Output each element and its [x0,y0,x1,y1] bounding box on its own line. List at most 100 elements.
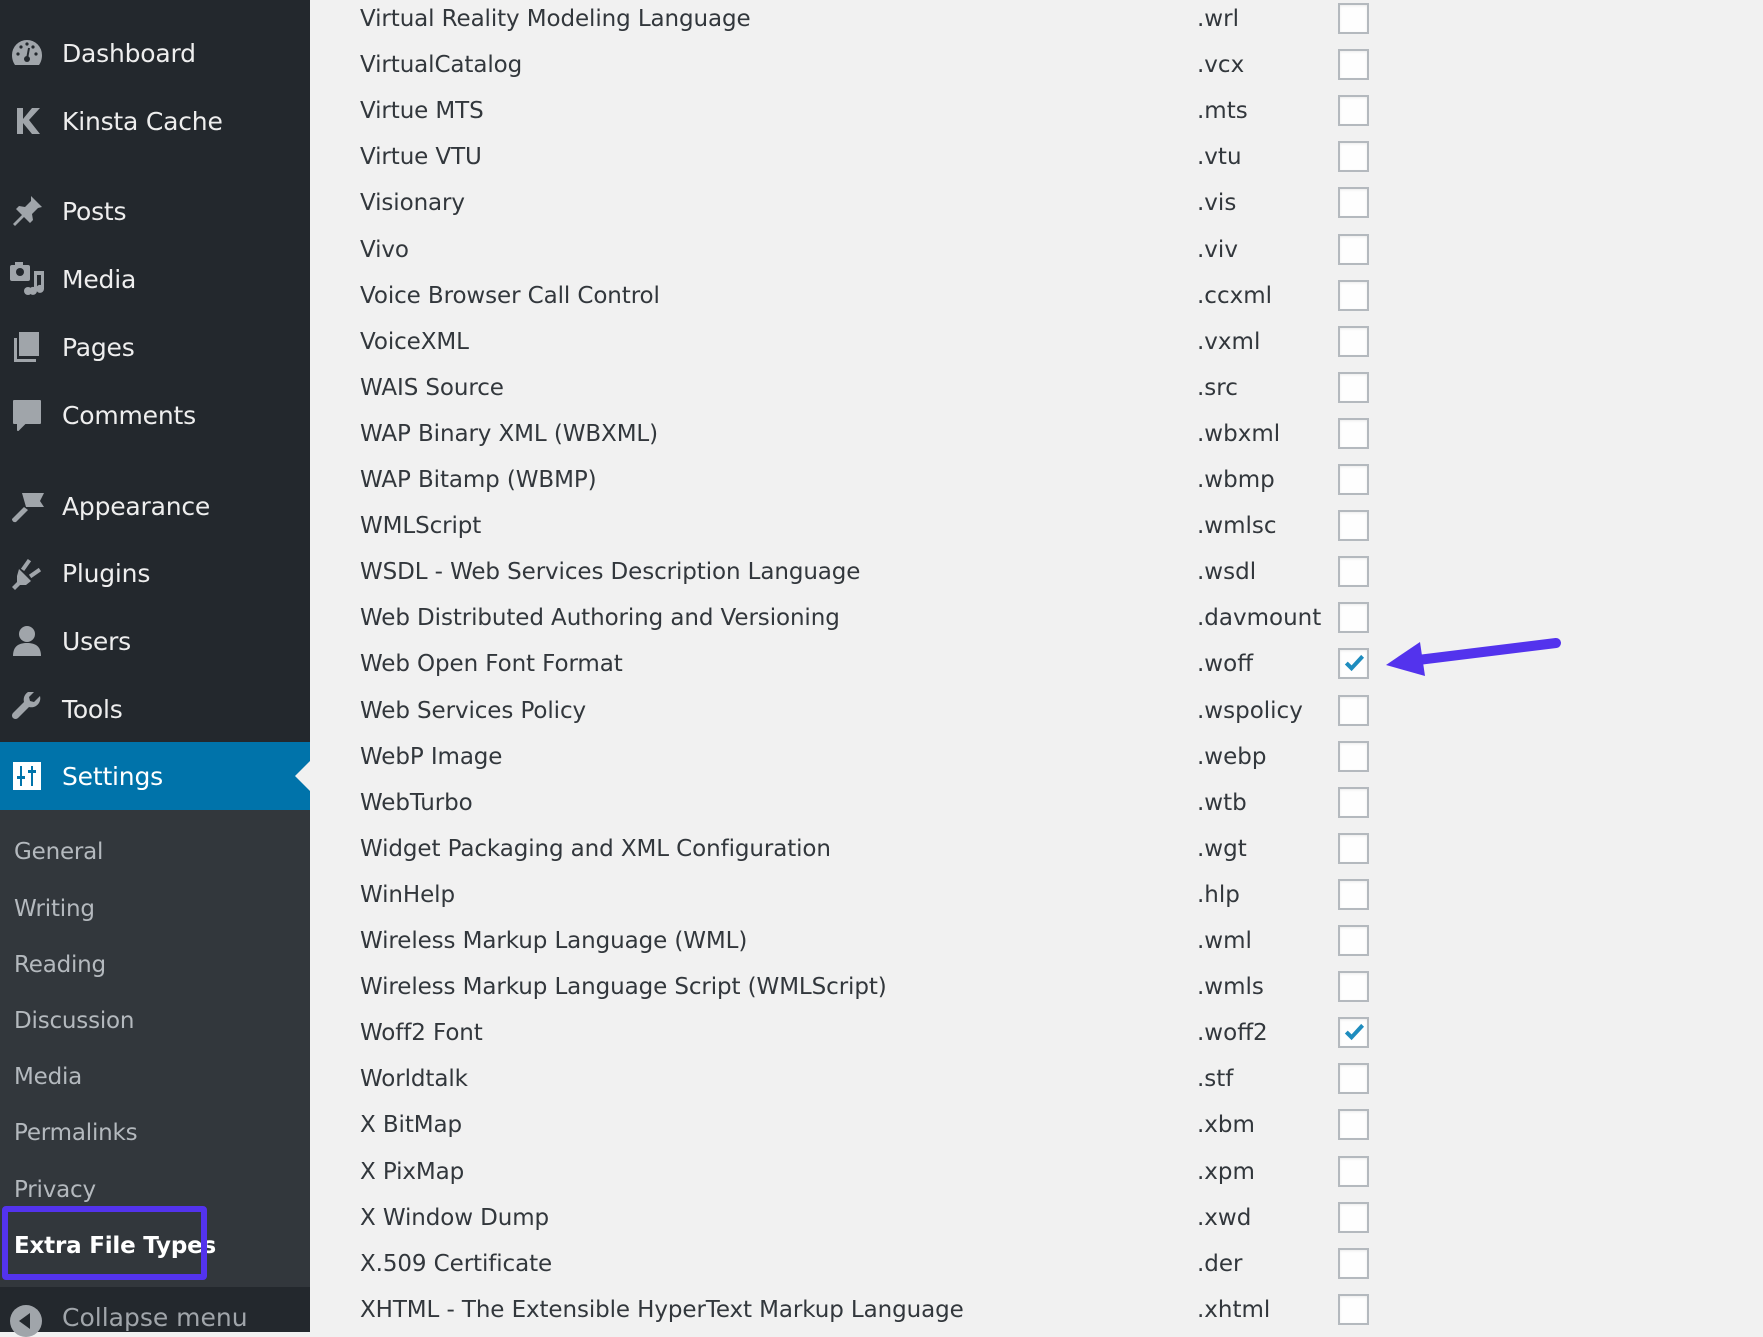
file-type-checkbox[interactable] [1338,279,1369,311]
file-type-checkbox[interactable] [1338,371,1369,403]
file-type-name: Visionary [360,190,465,217]
file-type-row: Web Open Font Format .woff [310,644,1763,690]
sidebar-item-dashboard[interactable]: Dashboard [0,23,310,83]
collapse-arrow-icon [10,1305,42,1337]
file-type-name: Web Services Policy [360,697,587,724]
submenu-item-privacy[interactable]: Privacy [14,1170,96,1210]
file-type-extension: .mts [1197,98,1248,125]
file-type-checkbox[interactable] [1338,464,1369,495]
file-type-row: Vivo .viv [310,230,1763,276]
sidebar-item-tools[interactable]: Tools [0,679,310,739]
file-type-row: WSDL - Web Services Description Language… [310,552,1763,598]
sidebar-item-kinsta-cache[interactable]: Kinsta Cache [0,91,310,151]
file-type-name: Vivo [360,236,409,263]
file-type-checkbox[interactable] [1338,1109,1369,1141]
file-type-row: WAP Bitamp (WBMP) .wbmp [310,460,1763,506]
file-type-checkbox[interactable] [1338,233,1369,265]
file-type-name: Worldtalk [360,1066,468,1093]
file-type-extension: .wbmp [1197,467,1275,493]
file-type-checkbox[interactable] [1338,95,1369,127]
file-type-checkbox[interactable] [1338,1201,1369,1233]
file-type-extension: .stf [1197,1066,1234,1093]
file-type-checkbox[interactable] [1338,3,1369,34]
file-type-row: X PixMap .xpm [310,1152,1763,1198]
sidebar-item-settings[interactable]: Settings [0,742,310,810]
file-type-extension: .woff2 [1197,1020,1268,1047]
pushpin-icon [8,192,46,230]
file-type-row: X BitMap .xbm [310,1105,1763,1151]
file-type-extension: .vcx [1197,52,1245,79]
file-type-checkbox[interactable] [1338,417,1369,449]
file-type-row: Virtue VTU .vtu [310,137,1763,183]
sidebar-item-label: Pages [62,332,135,362]
file-type-name: Virtue MTS [360,98,484,125]
media-icon [8,260,46,298]
file-type-checkbox[interactable] [1338,740,1369,772]
file-type-checkbox[interactable] [1338,786,1369,818]
file-type-checkbox[interactable] [1338,648,1369,680]
file-type-checkbox[interactable] [1338,1247,1369,1279]
file-type-name: X Window Dump [360,1204,550,1231]
submenu-item-discussion[interactable]: Discussion [14,1001,135,1041]
file-type-row: WebTurbo .wtb [310,783,1763,829]
sidebar-item-media[interactable]: Media [0,249,310,309]
sidebar-item-appearance[interactable]: Appearance [0,476,310,536]
sidebar-item-plugins[interactable]: Plugins [0,543,310,603]
submenu-item-writing[interactable]: Writing [14,889,95,929]
file-type-extension: .src [1197,374,1238,401]
sidebar-item-posts[interactable]: Posts [0,181,310,241]
file-type-checkbox[interactable] [1338,694,1369,726]
sidebar-item-label: Comments [62,400,196,430]
file-type-name: WSDL - Web Services Description Language [360,559,861,586]
file-type-name: WebTurbo [360,789,473,816]
file-type-checkbox[interactable] [1338,141,1369,173]
file-type-extension: .vxml [1197,328,1261,355]
sidebar-item-comments[interactable]: Comments [0,385,310,445]
file-type-row: WAP Binary XML (WBXML) .wbxml [310,414,1763,460]
file-type-row: Voice Browser Call Control .ccxml [310,276,1763,322]
submenu-item-general[interactable]: General [14,832,103,872]
file-type-checkbox[interactable] [1338,556,1369,588]
file-type-name: X BitMap [360,1112,462,1139]
file-type-checkbox[interactable] [1338,187,1369,219]
pages-icon [8,328,46,366]
file-type-checkbox[interactable] [1338,925,1369,956]
file-type-extension: .woff [1197,651,1254,678]
file-type-extension: .vtu [1197,144,1242,171]
wrench-icon [8,690,46,728]
collapse-menu-button[interactable]: Collapse menu [0,1287,310,1337]
file-type-name: WAP Bitamp (WBMP) [360,467,597,493]
file-type-name: WinHelp [360,881,455,908]
sidebar-item-label: Plugins [62,558,151,588]
submenu-item-reading[interactable]: Reading [14,945,106,985]
file-type-name: Web Open Font Format [360,651,623,678]
file-type-checkbox[interactable] [1338,1063,1369,1095]
submenu-item-media[interactable]: Media [14,1057,82,1097]
file-type-extension: .davmount [1197,605,1322,632]
file-type-name: WAIS Source [360,374,504,401]
file-type-checkbox[interactable] [1338,878,1369,910]
checkmark-icon [1344,1024,1365,1041]
file-type-name: WMLScript [360,513,482,540]
file-type-checkbox[interactable] [1338,832,1369,864]
sidebar-item-users[interactable]: Users [0,611,310,671]
file-type-checkbox[interactable] [1338,1155,1369,1187]
file-type-checkbox[interactable] [1338,1017,1369,1049]
file-type-checkbox[interactable] [1338,510,1369,542]
file-type-extension: .hlp [1197,881,1240,908]
file-type-name: Wireless Markup Language Script (WMLScri… [360,974,887,1001]
file-type-row: Wireless Markup Language Script (WMLScri… [310,967,1763,1013]
file-type-checkbox[interactable] [1338,1293,1369,1325]
file-type-checkbox[interactable] [1338,325,1369,357]
sidebar-item-pages[interactable]: Pages [0,317,310,377]
file-type-row: X.509 Certificate .der [310,1244,1763,1290]
file-type-checkbox[interactable] [1338,49,1369,81]
submenu-item-permalinks[interactable]: Permalinks [14,1113,138,1153]
submenu-item-extra-file-types[interactable]: Extra File Types [14,1226,216,1266]
file-type-row: Web Services Policy .wspolicy [310,691,1763,737]
file-type-row: XHTML - The Extensible HyperText Markup … [310,1290,1763,1336]
file-type-checkbox[interactable] [1338,971,1369,1003]
file-type-checkbox[interactable] [1338,602,1369,634]
file-type-extension: .xpm [1197,1158,1255,1185]
file-type-row: Widget Packaging and XML Configuration .w… [310,829,1763,875]
